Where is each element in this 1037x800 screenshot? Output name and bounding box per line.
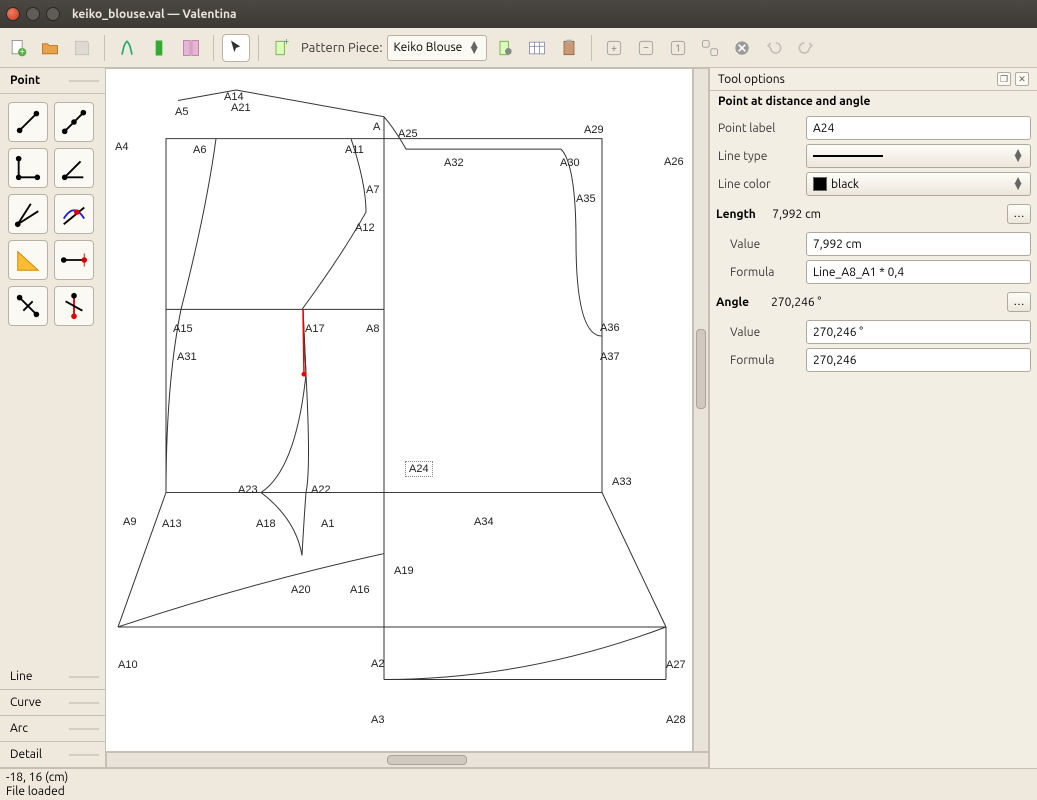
measurements-button[interactable] [113, 34, 141, 62]
tab-point[interactable]: Point [0, 68, 105, 94]
angle-expand-button[interactable]: … [1007, 292, 1031, 312]
undo-button[interactable] [760, 34, 788, 62]
tab-line[interactable]: Line [0, 664, 105, 690]
svg-text:+: + [284, 38, 290, 47]
tool-bisector[interactable] [8, 194, 48, 234]
tool-point-on-line[interactable] [54, 240, 94, 280]
clipboard-button[interactable] [555, 34, 583, 62]
pattern-piece-value: Keiko Blouse [394, 41, 463, 54]
pointer-button[interactable] [222, 34, 250, 62]
layout-button[interactable] [177, 34, 205, 62]
panel-undock-button[interactable]: ❐ [997, 72, 1011, 86]
tool-shoulder[interactable] [8, 286, 48, 326]
tool-angle[interactable] [54, 148, 94, 188]
angle-value-input[interactable]: 270,246 ° [806, 320, 1031, 344]
tool-intersect-curve[interactable] [54, 194, 94, 234]
main-toolbar: + + Pattern Piece: Keiko Blouse ▲▼ + − 1 [0, 28, 1037, 68]
status-message: File loaded [6, 785, 1031, 798]
window-minimize-button[interactable] [26, 7, 40, 21]
tool-segment[interactable] [8, 102, 48, 142]
length-formula-label: Formula [716, 266, 800, 279]
zoom-original-button[interactable] [696, 34, 724, 62]
panel-title: Tool options [718, 73, 785, 86]
length-label: Length [716, 208, 756, 221]
spinner-arrows-icon: ▲▼ [468, 42, 480, 54]
line-color-select[interactable]: black▲▼ [806, 172, 1031, 196]
svg-text:1: 1 [675, 42, 681, 53]
tool-heading: Point at distance and angle [710, 91, 1037, 112]
status-bar: -18, 16 (cm) File loaded [0, 768, 1037, 800]
vertical-scrollbar[interactable] [693, 68, 709, 752]
window-maximize-button[interactable] [46, 7, 60, 21]
length-value-input[interactable]: 7,992 cm [806, 232, 1031, 256]
tool-height[interactable] [54, 286, 94, 326]
tool-triangle[interactable] [8, 240, 48, 280]
length-display: 7,992 cm [772, 208, 821, 221]
pattern-button[interactable] [145, 34, 173, 62]
line-type-select[interactable]: ▲▼ [806, 144, 1031, 168]
tool-midpoint[interactable] [54, 102, 94, 142]
point-label-input[interactable]: A24 [806, 116, 1031, 140]
config-piece-button[interactable] [491, 34, 519, 62]
pattern-piece-select[interactable]: Keiko Blouse ▲▼ [387, 35, 488, 61]
length-value-label: Value [716, 238, 800, 251]
angle-label: Angle [716, 296, 749, 309]
point-tools [0, 94, 105, 334]
new-file-button[interactable]: + [4, 34, 32, 62]
angle-formula-label: Formula [716, 354, 800, 367]
tab-arc[interactable]: Arc [0, 716, 105, 742]
length-expand-button[interactable]: … [1007, 204, 1031, 224]
point-label-label: Point label [716, 122, 800, 135]
angle-display: 270,246 ° [771, 296, 821, 309]
window-title: keiko_blouse.val — Valentina [72, 8, 236, 21]
status-coords: -18, 16 (cm) [6, 771, 1031, 784]
angle-formula-input[interactable]: 270,246 [806, 348, 1031, 372]
table-button[interactable] [523, 34, 551, 62]
add-piece-button[interactable]: + [267, 34, 295, 62]
svg-text:+: + [611, 42, 617, 53]
tab-curve[interactable]: Curve [0, 690, 105, 716]
panel-close-button[interactable]: ✕ [1015, 72, 1029, 86]
horizontal-scrollbar[interactable] [106, 752, 709, 768]
open-file-button[interactable] [36, 34, 64, 62]
title-bar: keiko_blouse.val — Valentina [0, 0, 1037, 28]
left-toolbox: Point Line Curve Arc Detail [0, 68, 106, 768]
drawing-canvas[interactable]: A4A5A14A21A6A11AA25A29A26A32A30A7A35A12A… [106, 68, 693, 752]
svg-text:+: + [19, 45, 25, 56]
zoom-in-button[interactable]: + [600, 34, 628, 62]
angle-value-label: Value [716, 326, 800, 339]
window-close-button[interactable] [6, 7, 20, 21]
svg-text:−: − [643, 41, 649, 52]
zoom-out-button[interactable]: − [632, 34, 660, 62]
pattern-piece-label: Pattern Piece: [301, 41, 383, 55]
save-file-button[interactable] [68, 34, 96, 62]
stop-button[interactable] [728, 34, 756, 62]
line-type-label: Line type [716, 150, 800, 163]
length-formula-input[interactable]: Line_A8_A1 * 0,4 [806, 260, 1031, 284]
tab-detail[interactable]: Detail [0, 742, 105, 768]
zoom-fit-button[interactable]: 1 [664, 34, 692, 62]
redo-button[interactable] [792, 34, 820, 62]
tool-perp[interactable] [8, 148, 48, 188]
line-color-label: Line color [716, 178, 800, 191]
tool-options-panel: Tool options ❐ ✕ Point at distance and a… [709, 68, 1037, 768]
